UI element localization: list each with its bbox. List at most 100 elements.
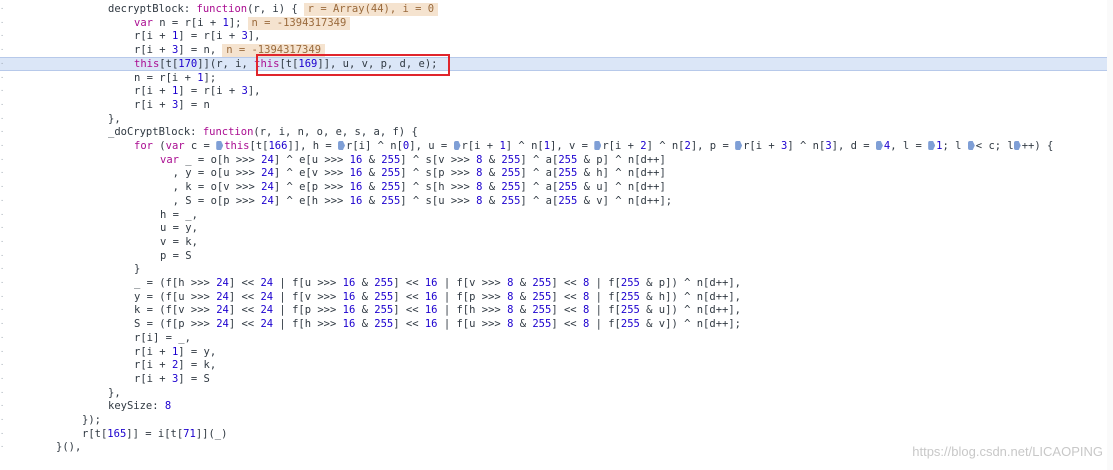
- code-text: h = _,: [160, 208, 198, 221]
- line-gutter-marker[interactable]: ·: [0, 74, 6, 81]
- breakpoint-gutter[interactable]: · · · · · · · · · · · · · · · · · · · · · · · · · · · · · · · · ·: [0, 0, 10, 470]
- code-text: v = k,: [160, 235, 198, 248]
- code-text: _ = (f[h >>> 24] << 24 | f[u >>> 16 & 25…: [134, 277, 741, 289]
- code-line[interactable]: S = (f[p >>> 24] << 24 | f[h >>> 16 & 25…: [0, 317, 1113, 331]
- line-gutter-marker[interactable]: ·: [0, 430, 6, 437]
- code-line[interactable]: k = (f[v >>> 24] << 24 | f[p >>> 16 & 25…: [0, 303, 1113, 317]
- inline-breakpoint-marker[interactable]: [1013, 141, 1021, 150]
- code-line[interactable]: , S = o[p >>> 24] ^ e[h >>> 16 & 255] ^ …: [0, 194, 1113, 208]
- code-line[interactable]: });: [0, 413, 1113, 427]
- code-line-current[interactable]: this[t[170]](r, i, this[t[169]], u, v, p…: [0, 56, 1113, 71]
- code-text: p = S: [160, 249, 192, 262]
- code-line[interactable]: , k = o[v >>> 24] ^ e[p >>> 16 & 255] ^ …: [0, 180, 1113, 194]
- code-line[interactable]: decryptBlock: function(r, i) {r = Array(…: [0, 2, 1113, 16]
- inline-breakpoint-marker[interactable]: [875, 141, 883, 150]
- code-line[interactable]: r[t[165]] = i[t[71]](_): [0, 427, 1113, 441]
- code-text: r[i + 3] = n, n = -1394317349: [134, 43, 326, 58]
- line-gutter-marker[interactable]: ·: [0, 60, 6, 67]
- line-gutter-marker[interactable]: ·: [0, 375, 6, 382]
- code-text: r[i + 1] = r[i + 3],: [134, 30, 261, 43]
- code-text: },: [108, 112, 121, 125]
- code-line[interactable]: v = k,: [0, 235, 1113, 249]
- line-gutter-marker[interactable]: ·: [0, 417, 6, 424]
- line-gutter-marker[interactable]: ·: [0, 6, 6, 13]
- code-line[interactable]: r[i + 3] = n: [0, 98, 1113, 112]
- inline-breakpoint-marker[interactable]: [453, 141, 461, 150]
- code-line[interactable]: }: [0, 262, 1113, 276]
- code-line[interactable]: _doCryptBlock: function(r, i, n, o, e, s…: [0, 125, 1113, 139]
- line-gutter-marker[interactable]: ·: [0, 321, 6, 328]
- code-text: , y = o[u >>> 24] ^ e[v >>> 16 & 255] ^ …: [160, 167, 666, 180]
- code-text: , S = o[p >>> 24] ^ e[h >>> 16 & 255] ^ …: [160, 194, 673, 207]
- code-line[interactable]: p = S: [0, 249, 1113, 263]
- line-gutter-marker[interactable]: ·: [0, 266, 6, 273]
- code-text: S = (f[p >>> 24] << 24 | f[h >>> 16 & 25…: [134, 318, 741, 331]
- code-text: n = r[i + 1];: [134, 71, 217, 84]
- code-line[interactable]: r[i + 3] = n, n = -1394317349: [0, 43, 1113, 58]
- line-gutter-marker[interactable]: ·: [0, 184, 6, 191]
- line-gutter-marker[interactable]: ·: [0, 444, 6, 451]
- inline-value-annotation: r = Array(44), i = 0: [303, 3, 439, 16]
- line-gutter-marker[interactable]: ·: [0, 348, 6, 355]
- line-gutter-marker[interactable]: ·: [0, 33, 6, 40]
- line-gutter-marker[interactable]: ·: [0, 334, 6, 341]
- line-gutter-marker[interactable]: ·: [0, 252, 6, 259]
- code-line[interactable]: r[i + 1] = y,: [0, 345, 1113, 359]
- line-gutter-marker[interactable]: ·: [0, 19, 6, 26]
- code-line[interactable]: r[i + 3] = S: [0, 372, 1113, 386]
- inline-breakpoint-marker[interactable]: [216, 141, 224, 150]
- code-text: var n = r[i + 1]; n = -1394317349: [134, 16, 351, 30]
- vertical-scrollbar[interactable]: [1107, 0, 1113, 470]
- code-line[interactable]: r[i + 1] = r[i + 3],: [0, 29, 1113, 43]
- code-text: r[i + 3] = n: [134, 98, 210, 111]
- line-gutter-marker[interactable]: ·: [0, 362, 6, 369]
- line-gutter-marker[interactable]: ·: [0, 238, 6, 245]
- line-gutter-marker[interactable]: ·: [0, 225, 6, 232]
- inline-breakpoint-marker[interactable]: [735, 141, 743, 150]
- line-gutter-marker[interactable]: ·: [0, 101, 6, 108]
- code-text: y = (f[u >>> 24] << 24 | f[v >>> 16 & 25…: [134, 290, 741, 303]
- code-text: var _ = o[h >>> 24] ^ e[u >>> 16 & 255] …: [160, 153, 666, 166]
- code-line[interactable]: , y = o[u >>> 24] ^ e[v >>> 16 & 255] ^ …: [0, 166, 1113, 180]
- line-gutter-marker[interactable]: ·: [0, 280, 6, 287]
- inline-breakpoint-marker[interactable]: [967, 141, 975, 150]
- line-gutter-marker[interactable]: ·: [0, 293, 6, 300]
- code-line[interactable]: r[i + 2] = k,: [0, 358, 1113, 372]
- code-text: r[i + 1] = y,: [134, 345, 217, 358]
- line-gutter-marker[interactable]: ·: [0, 115, 6, 122]
- code-line[interactable]: r[i + 1] = r[i + 3],: [0, 84, 1113, 98]
- code-line[interactable]: for (var c = this[t[166]], h = r[i] ^ n[…: [0, 139, 1113, 153]
- code-text: decryptBlock: function(r, i) {r = Array(…: [108, 2, 439, 16]
- code-line[interactable]: h = _,: [0, 208, 1113, 222]
- code-line[interactable]: var n = r[i + 1]; n = -1394317349: [0, 16, 1113, 30]
- line-gutter-marker[interactable]: ·: [0, 47, 6, 54]
- code-text: u = y,: [160, 222, 198, 235]
- line-gutter-marker[interactable]: ·: [0, 156, 6, 163]
- inline-breakpoint-marker[interactable]: [594, 141, 602, 150]
- code-text: r[t[165]] = i[t[71]](_): [82, 427, 228, 440]
- line-gutter-marker[interactable]: ·: [0, 88, 6, 95]
- line-gutter-marker[interactable]: ·: [0, 170, 6, 177]
- line-gutter-marker[interactable]: ·: [0, 403, 6, 410]
- code-line[interactable]: },: [0, 386, 1113, 400]
- code-line[interactable]: n = r[i + 1];: [0, 71, 1113, 85]
- code-line[interactable]: _ = (f[h >>> 24] << 24 | f[u >>> 16 & 25…: [0, 276, 1113, 290]
- inline-breakpoint-marker[interactable]: [338, 141, 346, 150]
- code-line[interactable]: keySize: 8: [0, 399, 1113, 413]
- code-line[interactable]: },: [0, 112, 1113, 126]
- code-line[interactable]: y = (f[u >>> 24] << 24 | f[v >>> 16 & 25…: [0, 290, 1113, 304]
- code-line[interactable]: var _ = o[h >>> 24] ^ e[u >>> 16 & 255] …: [0, 153, 1113, 167]
- line-gutter-marker[interactable]: ·: [0, 211, 6, 218]
- code-text: });: [82, 414, 101, 426]
- line-gutter-marker[interactable]: ·: [0, 197, 6, 204]
- code-text: r[i + 1] = r[i + 3],: [134, 85, 261, 98]
- line-gutter-marker[interactable]: ·: [0, 143, 6, 150]
- line-gutter-marker[interactable]: ·: [0, 389, 6, 396]
- inline-breakpoint-marker[interactable]: [928, 141, 936, 150]
- code-line[interactable]: r[i] = _,: [0, 331, 1113, 345]
- line-gutter-marker[interactable]: ·: [0, 307, 6, 314]
- code-line[interactable]: u = y,: [0, 221, 1113, 235]
- code-text: r[i + 3] = S: [134, 372, 210, 385]
- line-gutter-marker[interactable]: ·: [0, 129, 6, 136]
- code-text: _doCryptBlock: function(r, i, n, o, e, s…: [108, 126, 418, 139]
